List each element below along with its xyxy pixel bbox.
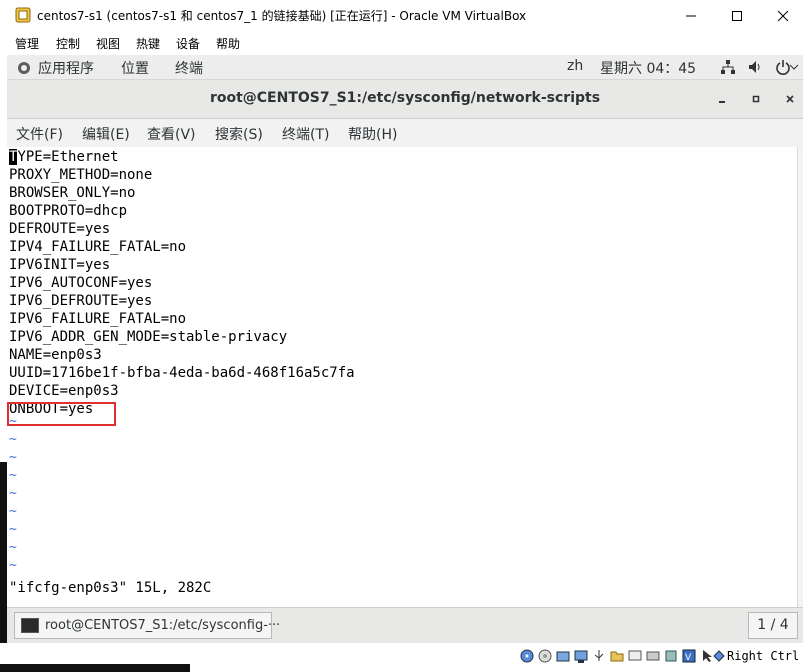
left-desktop-dark-area	[0, 462, 7, 672]
svg-text:V: V	[685, 653, 692, 663]
terminal-maximize-button[interactable]	[749, 92, 763, 106]
host-key-label: Right Ctrl	[727, 649, 800, 663]
terminal-menu-search[interactable]: 搜索(S)	[215, 124, 263, 144]
vbox-menu-help[interactable]: 帮助	[216, 35, 240, 52]
config-line: DEFROUTE=yes	[9, 221, 111, 237]
config-line: DEVICE=enp0s3	[9, 383, 119, 399]
virtualbox-app-icon	[15, 7, 31, 23]
config-line: IPV6_DEFROUTE=yes	[9, 293, 153, 309]
minimize-button[interactable]	[668, 0, 714, 31]
terminal-menu-file[interactable]: 文件(F)	[16, 124, 63, 144]
virtualization-icon[interactable]: V	[681, 648, 697, 664]
config-line: IPV6_FAILURE_FATAL=no	[9, 311, 187, 327]
terminal-menu-help[interactable]: 帮助(H)	[348, 124, 397, 144]
terminal-menu-edit[interactable]: 编辑(E)	[82, 124, 130, 144]
config-line: IPV6INIT=yes	[9, 257, 111, 273]
empty-line-marker: ~	[9, 522, 17, 537]
applications-menu[interactable]: 应用程序	[38, 58, 94, 78]
maximize-icon	[732, 10, 742, 21]
input-method-indicator[interactable]: zh	[567, 58, 583, 74]
window-title: centos7-s1 (centos7-s1 和 centos7_1 的链接基础…	[37, 9, 527, 23]
vbox-menu-devices[interactable]: 设备	[176, 35, 200, 52]
clock[interactable]: 星期六 04：45	[600, 58, 696, 78]
places-menu[interactable]: 位置	[121, 58, 149, 78]
network-icon[interactable]	[720, 59, 736, 75]
terminal-close-button[interactable]	[783, 92, 797, 106]
config-line: TYPE=Ethernet	[9, 149, 119, 165]
terminal-titlebar: root@CENTOS7_S1:/etc/sysconfig/network-s…	[7, 80, 803, 119]
minimize-icon	[719, 101, 725, 103]
volume-icon[interactable]	[747, 59, 763, 75]
applications-icon	[18, 62, 30, 74]
config-line: IPV4_FAILURE_FATAL=no	[9, 239, 187, 255]
empty-line-marker: ~	[9, 432, 17, 447]
network-adapter-icon[interactable]	[573, 648, 589, 664]
terminal-menu-terminal[interactable]: 终端(T)	[282, 124, 329, 144]
close-icon	[786, 95, 794, 103]
terminal-menubar: 文件(F) 编辑(E) 查看(V) 搜索(S) 终端(T) 帮助(H)	[7, 119, 803, 147]
taskbar-terminal-label: root@CENTOS7_S1:/etc/sysconfig-···	[45, 618, 281, 633]
close-button[interactable]	[760, 0, 803, 31]
config-line: IPV6_AUTOCONF=yes	[9, 275, 153, 291]
terminal-icon	[21, 618, 39, 633]
optical-drive-icon[interactable]	[537, 648, 553, 664]
terminal-content[interactable]: TYPE=Ethernet PROXY_METHOD=none BROWSER_…	[7, 147, 797, 607]
vbox-menu-view[interactable]: 视图	[96, 35, 120, 52]
usb-icon[interactable]	[591, 648, 607, 664]
vbox-titlebar: centos7-s1 (centos7-s1 和 centos7_1 的链接基础…	[0, 0, 803, 31]
empty-line-marker: ~	[9, 450, 17, 465]
config-line: BOOTPROTO=dhcp	[9, 203, 128, 219]
vbox-menu-manage[interactable]: 管理	[15, 35, 39, 52]
audio-icon[interactable]	[555, 648, 571, 664]
minimize-icon	[686, 15, 696, 16]
empty-line-marker: ~	[9, 558, 17, 573]
config-line: PROXY_METHOD=none	[9, 167, 153, 183]
shared-folder-icon[interactable]	[609, 648, 625, 664]
gnome-top-bar: 应用程序 位置 终端 zh 星期六 04：45	[7, 55, 803, 80]
vim-status-line: "ifcfg-enp0s3" 15L, 282C	[9, 580, 212, 596]
terminal-scrollbar[interactable]	[797, 147, 803, 607]
background-terminal-fragment	[0, 664, 190, 672]
config-line: UUID=1716be1f-bfba-4eda-ba6d-468f16a5c7f…	[9, 365, 355, 381]
vbox-menu-hotkey[interactable]: 热键	[136, 35, 160, 52]
hard-disk-icon[interactable]	[519, 648, 535, 664]
maximize-icon	[752, 95, 760, 103]
maximize-button[interactable]	[714, 0, 760, 31]
empty-line-marker: ~	[9, 486, 17, 501]
taskbar-terminal-button[interactable]: root@CENTOS7_S1:/etc/sysconfig-···	[14, 612, 280, 639]
workspace-indicator[interactable]: 1 / 4	[748, 612, 798, 639]
config-line: BROWSER_ONLY=no	[9, 185, 136, 201]
recording-icon[interactable]	[645, 648, 661, 664]
terminal-minimize-button[interactable]	[715, 92, 729, 106]
window-list-bar: root@CENTOS7_S1:/etc/sysconfig-··· 1 / 4	[7, 607, 803, 644]
terminal-app-menu[interactable]: 终端	[175, 58, 203, 78]
config-line: IPV6_ADDR_GEN_MODE=stable-privacy	[9, 329, 288, 345]
keyboard-capture-icon[interactable]	[711, 648, 727, 664]
vbox-menu-control[interactable]: 控制	[56, 35, 80, 52]
empty-line-marker: ~	[9, 540, 17, 555]
close-icon	[777, 10, 789, 21]
terminal-menu-view[interactable]: 查看(V)	[147, 124, 196, 144]
config-line: NAME=enp0s3	[9, 347, 102, 363]
display-icon[interactable]	[627, 648, 643, 664]
chevron-down-icon[interactable]	[789, 59, 799, 75]
empty-line-marker: ~	[9, 468, 17, 483]
cpu-icon[interactable]	[663, 648, 679, 664]
vbox-menubar: 管理 控制 视图 热键 设备 帮助	[0, 31, 803, 54]
terminal-title: root@CENTOS7_S1:/etc/sysconfig/network-s…	[209, 90, 601, 106]
annotation-highlight-box	[7, 402, 116, 426]
empty-line-marker: ~	[9, 504, 17, 519]
empty-line-marker: ~	[9, 414, 17, 429]
